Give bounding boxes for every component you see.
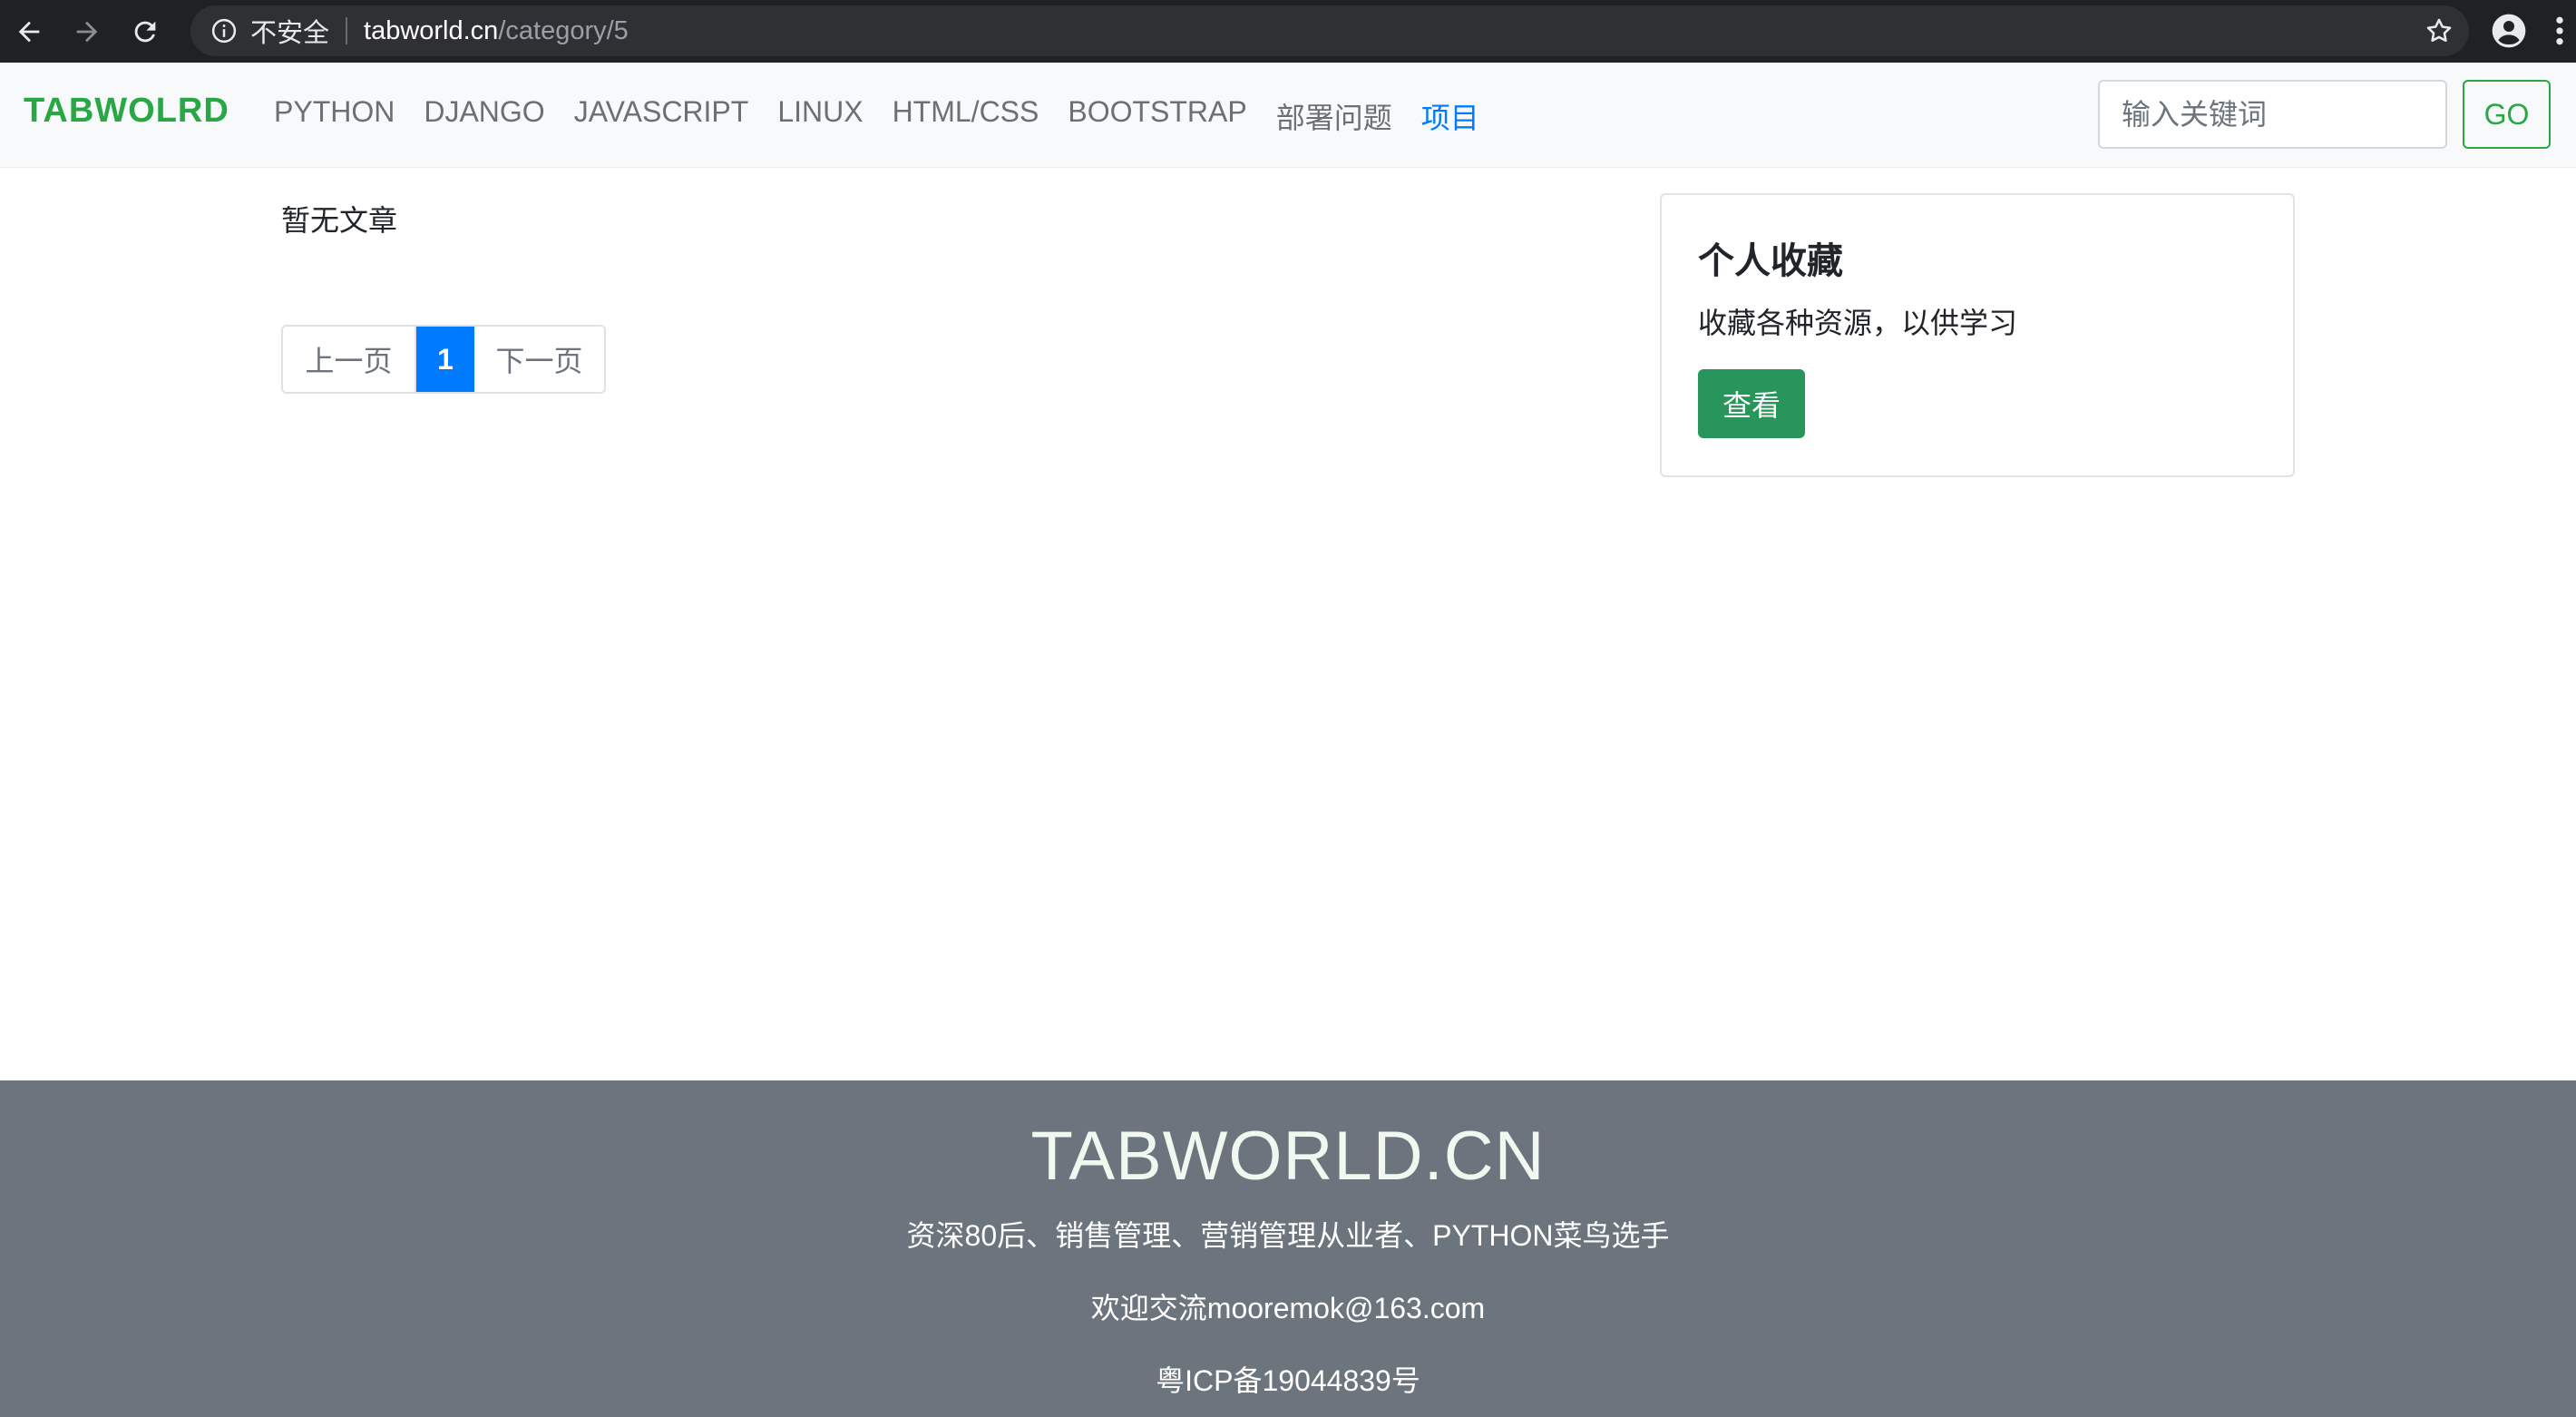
site-footer: TABWORLD.CN 资深80后、销售管理、营销管理从业者、PYTHON菜鸟选…	[0, 1080, 2576, 1417]
empty-articles-message: 暂无文章	[281, 204, 398, 237]
forward-arrow-icon	[76, 21, 98, 42]
favorites-card: 个人收藏 收藏各种资源，以供学习 查看	[1660, 193, 2295, 477]
next-page-button[interactable]: 下一页	[474, 327, 604, 392]
forward-button[interactable]	[58, 0, 116, 63]
footer-contact: 欢迎交流mooremok@163.com	[1090, 1292, 1486, 1324]
more-menu-icon[interactable]	[2551, 13, 2569, 49]
back-arrow-icon	[18, 21, 40, 42]
brand-logo[interactable]: TABWOLRD	[24, 92, 229, 131]
prev-page-button[interactable]: 上一页	[283, 327, 416, 392]
account-icon[interactable]	[2491, 13, 2527, 49]
security-label: 不安全	[250, 19, 330, 48]
page-number-current[interactable]: 1	[416, 327, 474, 392]
footer-title: TABWORLD.CN	[1030, 1118, 1546, 1195]
nav-link-projects[interactable]: 项目	[1421, 95, 1479, 137]
nav-links: PYTHON DJANGO JAVASCRIPT LINUX HTML/CSS …	[274, 95, 1508, 137]
nav-link-deployment[interactable]: 部署问题	[1276, 95, 1392, 137]
footer-bio: 资深80后、销售管理、营销管理从业者、PYTHON菜鸟选手	[906, 1219, 1670, 1252]
card-title: 个人收藏	[1698, 241, 1843, 281]
search-go-button[interactable]: GO	[2463, 80, 2551, 149]
nav-link-python[interactable]: PYTHON	[274, 95, 395, 137]
nav-link-bootstrap[interactable]: BOOTSTRAP	[1068, 95, 1246, 137]
nav-link-linux[interactable]: LINUX	[777, 95, 863, 137]
site-navbar: TABWOLRD PYTHON DJANGO JAVASCRIPT LINUX …	[0, 63, 2576, 168]
reload-button[interactable]	[116, 0, 174, 63]
back-button[interactable]	[0, 0, 58, 63]
footer-icp: 粤ICP备19044839号	[1156, 1364, 1420, 1397]
view-button[interactable]: 查看	[1698, 369, 1805, 438]
info-icon[interactable]	[210, 17, 238, 44]
nav-link-html-css[interactable]: HTML/CSS	[893, 95, 1039, 137]
url-host: tabworld.cn	[364, 15, 499, 45]
url-path: /category/5	[498, 15, 629, 45]
pagination: 上一页 1 下一页	[281, 325, 606, 394]
star-icon[interactable]	[2424, 15, 2454, 46]
reload-icon	[134, 21, 156, 42]
card-text: 收藏各种资源，以供学习	[1698, 307, 2018, 339]
search-input[interactable]	[2098, 80, 2447, 149]
address-separator	[346, 17, 348, 44]
nav-link-javascript[interactable]: JAVASCRIPT	[574, 95, 749, 137]
nav-link-django[interactable]: DJANGO	[424, 95, 544, 137]
browser-toolbar: 不安全 tabworld.cn /category/5	[0, 0, 2576, 63]
address-bar[interactable]: 不安全 tabworld.cn /category/5	[190, 5, 2469, 56]
